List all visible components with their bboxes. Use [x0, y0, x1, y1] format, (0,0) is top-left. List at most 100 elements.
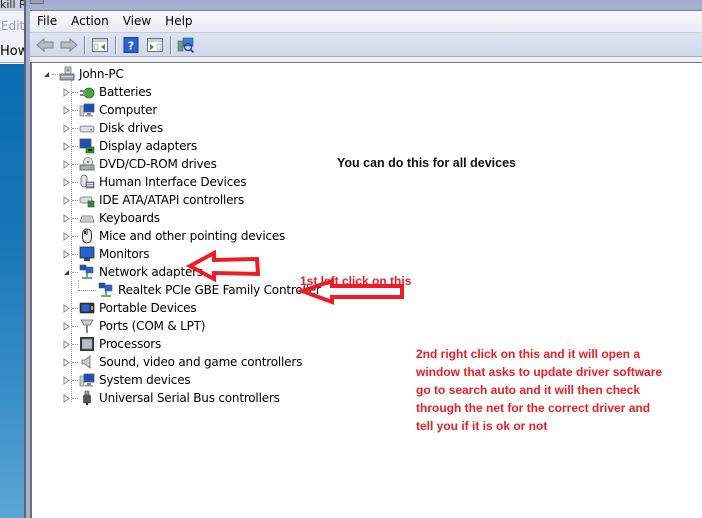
- scan-hardware-changes-button[interactable]: [175, 35, 197, 55]
- expanded-triangle-icon[interactable]: [42, 70, 51, 79]
- collapsed-triangle-icon[interactable]: [62, 375, 71, 385]
- tree-root-john-pc[interactable]: John-PC: [42, 65, 124, 83]
- tree-connector: [52, 73, 58, 75]
- collapsed-triangle-icon[interactable]: [62, 141, 71, 151]
- annotation-second-step: 2nd right click on this and it will open…: [416, 347, 663, 433]
- annotation-all-devices: You can do this for all devices: [337, 156, 516, 170]
- expanded-triangle-icon[interactable]: [62, 268, 71, 277]
- background-window-menu-edit[interactable]: Edit: [0, 11, 26, 41]
- tree-connector: [72, 217, 78, 219]
- show-hide-console-tree-icon: [92, 37, 108, 52]
- tree-category-mice-and-other-pointing-devices[interactable]: Mice and other pointing devices: [62, 227, 285, 245]
- tree-category-system-devices[interactable]: System devices: [62, 371, 191, 389]
- tree-node-label: Mice and other pointing devices: [99, 229, 286, 243]
- device-manager-window: File Action View Help ? John-PC Batterie…: [26, 0, 702, 518]
- tree-category-display-adapters[interactable]: Display adapters: [62, 137, 197, 155]
- menu-help[interactable]: Help: [158, 11, 199, 32]
- tree-device-realtek-pcie-gbe-family-controller[interactable]: Realtek PCIe GBE Family Controller: [78, 281, 321, 299]
- show-hide-action-pane-button[interactable]: [144, 35, 166, 55]
- tree-node-label: Universal Serial Bus controllers: [99, 391, 280, 405]
- tree-connector: [72, 253, 78, 255]
- collapsed-triangle-icon[interactable]: [62, 105, 71, 115]
- collapsed-triangle-icon[interactable]: [62, 213, 71, 223]
- tree-node-label: Keyboards: [99, 211, 160, 225]
- background-window-title: kill Ri: [0, 0, 26, 11]
- svg-text:?: ?: [128, 39, 134, 52]
- forward-arrow-icon: [60, 37, 78, 52]
- device-tree[interactable]: John-PC Batteries Computer Disk drives Disp…: [30, 63, 702, 518]
- collapsed-triangle-icon[interactable]: [62, 303, 71, 313]
- ide-controller-icon: [79, 192, 95, 208]
- help-icon: ?: [123, 36, 139, 53]
- tree-category-ports-com-lpt[interactable]: Ports (COM & LPT): [62, 317, 205, 335]
- tree-node-label: Human Interface Devices: [99, 175, 247, 189]
- tree-category-batteries[interactable]: Batteries: [62, 83, 152, 101]
- menu-view[interactable]: View: [116, 11, 158, 32]
- tree-node-label: Computer: [99, 103, 158, 117]
- tree-connector: [72, 397, 78, 399]
- portable-device-icon: [79, 300, 95, 316]
- toolbar-separator: [115, 35, 116, 54]
- tree-category-sound-video-and-game-controllers[interactable]: Sound, video and game controllers: [62, 353, 302, 371]
- tree-category-disk-drives[interactable]: Disk drives: [62, 119, 163, 137]
- tree-category-human-interface-devices[interactable]: Human Interface Devices: [62, 173, 247, 191]
- tree-node-label: IDE ATA/ATAPI controllers: [99, 193, 245, 207]
- tree-connector: [72, 91, 78, 93]
- show-hide-console-tree-button[interactable]: [89, 35, 111, 55]
- tree-connector: [72, 307, 78, 309]
- display-adapter-icon: [79, 138, 95, 154]
- processor-icon: [79, 336, 95, 352]
- system-device-icon: [79, 372, 95, 388]
- collapsed-triangle-icon[interactable]: [62, 357, 71, 367]
- tree-category-network-adapters[interactable]: Network adapters: [62, 263, 203, 281]
- annotation-arrow-realtek-controller: [296, 278, 404, 305]
- help-button[interactable]: ?: [120, 35, 142, 55]
- tree-node-label: Sound, video and game controllers: [99, 355, 303, 369]
- toolbar-separator: [84, 35, 85, 54]
- tree-category-dvd-cd-rom-drives[interactable]: DVD/CD-ROM drives: [62, 155, 217, 173]
- tree-connector: [72, 127, 78, 129]
- tree-connector: [72, 379, 78, 381]
- desktop-background: [0, 64, 24, 518]
- tree-node-label: Disk drives: [99, 121, 164, 135]
- menu-file[interactable]: File: [30, 11, 64, 32]
- collapsed-triangle-icon[interactable]: [62, 393, 71, 403]
- back-arrow-icon: [36, 37, 54, 52]
- tree-category-portable-devices[interactable]: Portable Devices: [62, 299, 197, 317]
- collapsed-triangle-icon[interactable]: [62, 231, 71, 241]
- tree-category-monitors[interactable]: Monitors: [62, 245, 149, 263]
- tree-node-label: System devices: [99, 373, 191, 387]
- keyboard-icon: [79, 210, 95, 226]
- collapsed-triangle-icon[interactable]: [62, 195, 71, 205]
- annotation-arrow-network-adapters: [185, 249, 261, 283]
- show-hide-action-pane-icon: [147, 37, 163, 52]
- tree-category-computer[interactable]: Computer: [62, 101, 157, 119]
- background-window: kill Ri Edit How: [0, 0, 26, 518]
- tree-category-ide-ata-atapi-controllers[interactable]: IDE ATA/ATAPI controllers: [62, 191, 244, 209]
- sound-icon: [79, 354, 95, 370]
- tree-connector: [72, 361, 78, 363]
- forward-button[interactable]: [58, 35, 80, 55]
- tree-node-label: Batteries: [99, 85, 152, 99]
- port-icon: [79, 318, 95, 334]
- collapsed-triangle-icon[interactable]: [62, 123, 71, 133]
- collapsed-triangle-icon[interactable]: [62, 159, 71, 169]
- battery-icon: [79, 84, 95, 100]
- tree-category-keyboards[interactable]: Keyboards: [62, 209, 160, 227]
- usb-icon: [79, 390, 95, 406]
- title-bar[interactable]: [26, 0, 702, 10]
- tree-connector: [78, 289, 96, 291]
- back-button[interactable]: [34, 35, 56, 55]
- collapsed-triangle-icon[interactable]: [62, 321, 71, 331]
- tree-category-processors[interactable]: Processors: [62, 335, 161, 353]
- tree-node-label: Display adapters: [99, 139, 198, 153]
- tree-node-label: Ports (COM & LPT): [99, 319, 206, 333]
- tree-connector: [72, 199, 78, 201]
- collapsed-triangle-icon[interactable]: [62, 249, 71, 259]
- computer-icon: [79, 102, 95, 118]
- menu-action[interactable]: Action: [64, 11, 116, 32]
- collapsed-triangle-icon[interactable]: [62, 87, 71, 97]
- tree-category-universal-serial-bus-controllers[interactable]: Universal Serial Bus controllers: [62, 389, 280, 407]
- collapsed-triangle-icon[interactable]: [62, 339, 71, 349]
- collapsed-triangle-icon[interactable]: [62, 177, 71, 187]
